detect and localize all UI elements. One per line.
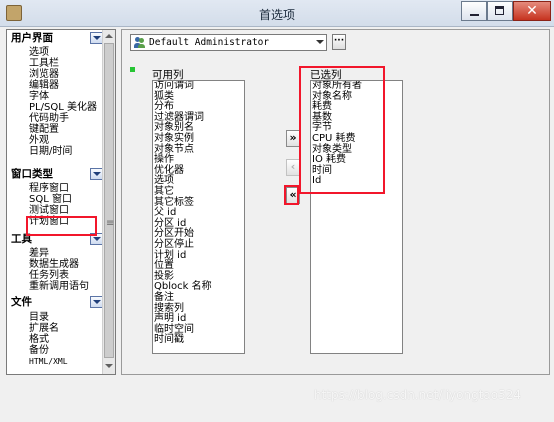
maximize-icon [495,6,504,15]
category-item[interactable]: 任务列表 [29,270,101,281]
profile-select[interactable]: Default Administrator [130,34,327,51]
group-label: 窗口类型 [11,168,53,180]
column-list-item[interactable]: 选项 [154,176,174,186]
category-item[interactable]: 差异 [29,248,101,259]
column-list-item[interactable]: 分区 id [154,218,186,228]
column-list-item[interactable]: 狐类 [154,91,174,101]
column-list-item[interactable]: 分布 [154,102,174,112]
group-header-window-types[interactable]: 窗口类型 [8,167,103,182]
minimize-icon [470,14,479,16]
column-list-item[interactable]: 对象节点 [154,144,194,154]
category-item[interactable]: 目录 [29,312,101,323]
column-list-item[interactable]: 位置 [154,261,174,271]
category-item[interactable]: 重新调用语句 [29,281,101,292]
chevron-down-icon [93,300,101,304]
minimize-button[interactable] [461,1,487,21]
column-list-item[interactable]: 声明 id [154,314,186,324]
group-header-ui[interactable]: 用户界面 [8,31,103,46]
column-list-item[interactable]: 其它 [154,187,174,197]
column-list-item[interactable]: 投影 [154,271,174,281]
category-item[interactable]: 备份 [29,345,101,356]
column-list-item[interactable]: 临时空间 [154,324,194,334]
category-item[interactable]: PL/SQL 美化器 [29,102,101,113]
chevron-down-icon [93,36,101,40]
category-item[interactable]: 代码助手 [29,113,101,124]
category-scrollbar[interactable] [102,30,115,374]
available-columns-list[interactable]: 访问谓词 狐类 分布 过滤器谓词 对象别名 对象实例 对象节点 操作 优化器 选项 其它 其它标签父 … [152,80,245,354]
category-item[interactable]: 日期/时间 [29,146,101,157]
category-panel: 用户界面 选项 工具栏 浏览器 编辑器 字体 PL/SQL 美化器 代码助手 键… [6,29,116,375]
column-list-item[interactable]: 分区停止 [154,240,194,250]
chevron-down-icon [316,40,324,44]
column-list-item[interactable]: 备注 [154,293,174,303]
category-item[interactable]: 扩展名 [29,323,101,334]
annotation-box-plan-window [26,216,97,236]
column-list-item[interactable]: 分区开始 [154,229,194,239]
column-list-item[interactable]: 过滤器谓词 [154,112,204,122]
column-list-item[interactable]: 对象实例 [154,134,194,144]
title-bar: 首选项 ✕ [0,0,554,27]
category-item[interactable]: 编辑器 [29,80,101,91]
category-item[interactable]: 字体 [29,91,101,102]
users-icon [134,37,145,48]
profile-more-button[interactable]: ··· [332,34,346,50]
scroll-down-icon[interactable] [105,364,113,368]
category-item[interactable]: 键配置 [29,124,101,135]
annotation-box-selected [299,66,385,194]
column-list-item[interactable]: 其它标签 [154,197,194,207]
category-item[interactable]: SQL 窗口 [29,194,101,205]
column-list-item[interactable]: 优化器 [154,165,184,175]
annotation-box-remove-all [284,185,299,205]
column-list-item[interactable]: 搜索列 [154,303,184,313]
group-label: 文件 [11,296,32,308]
maximize-button[interactable] [487,1,513,21]
category-item[interactable]: 数据生成器 [29,259,101,270]
splitter-grip-icon[interactable]: ≡ [106,218,114,229]
category-item[interactable]: 测试窗口 [29,205,101,216]
column-list-item[interactable]: 父 id [154,208,176,218]
remove-column-button[interactable]: ‹ [286,159,300,176]
close-icon: ✕ [526,3,538,19]
column-list-item[interactable]: 对象别名 [154,123,194,133]
add-column-button[interactable]: » [286,130,300,147]
scrollbar-thumb[interactable] [104,43,114,358]
column-list-item[interactable]: 计划 id [154,250,186,260]
chevron-down-icon [93,172,101,176]
close-button[interactable]: ✕ [513,1,551,21]
column-list-item[interactable]: 时间戳 [154,335,184,345]
chevron-down-icon [93,237,101,241]
category-item[interactable]: 选项 [29,47,101,58]
watermark: https://blog.csdn.net/liyongtao524 [314,388,521,402]
column-list-item[interactable]: Qblock 名称 [154,282,212,292]
category-item[interactable]: 格式 [29,334,101,345]
status-indicator-icon [130,67,135,72]
column-list-item[interactable]: 操作 [154,155,174,165]
column-list-item[interactable]: 访问谓词 [154,81,194,91]
group-header-files[interactable]: 文件 [8,295,103,310]
category-item[interactable]: 外观 [29,135,101,146]
category-item[interactable]: 程序窗口 [29,183,101,194]
group-label: 用户界面 [11,32,53,44]
profile-value: Default Administrator [149,37,270,48]
category-item[interactable]: HTML/XML [29,356,101,367]
scroll-up-icon[interactable] [105,34,113,38]
category-item[interactable]: 浏览器 [29,69,101,80]
category-item[interactable]: 工具栏 [29,58,101,69]
